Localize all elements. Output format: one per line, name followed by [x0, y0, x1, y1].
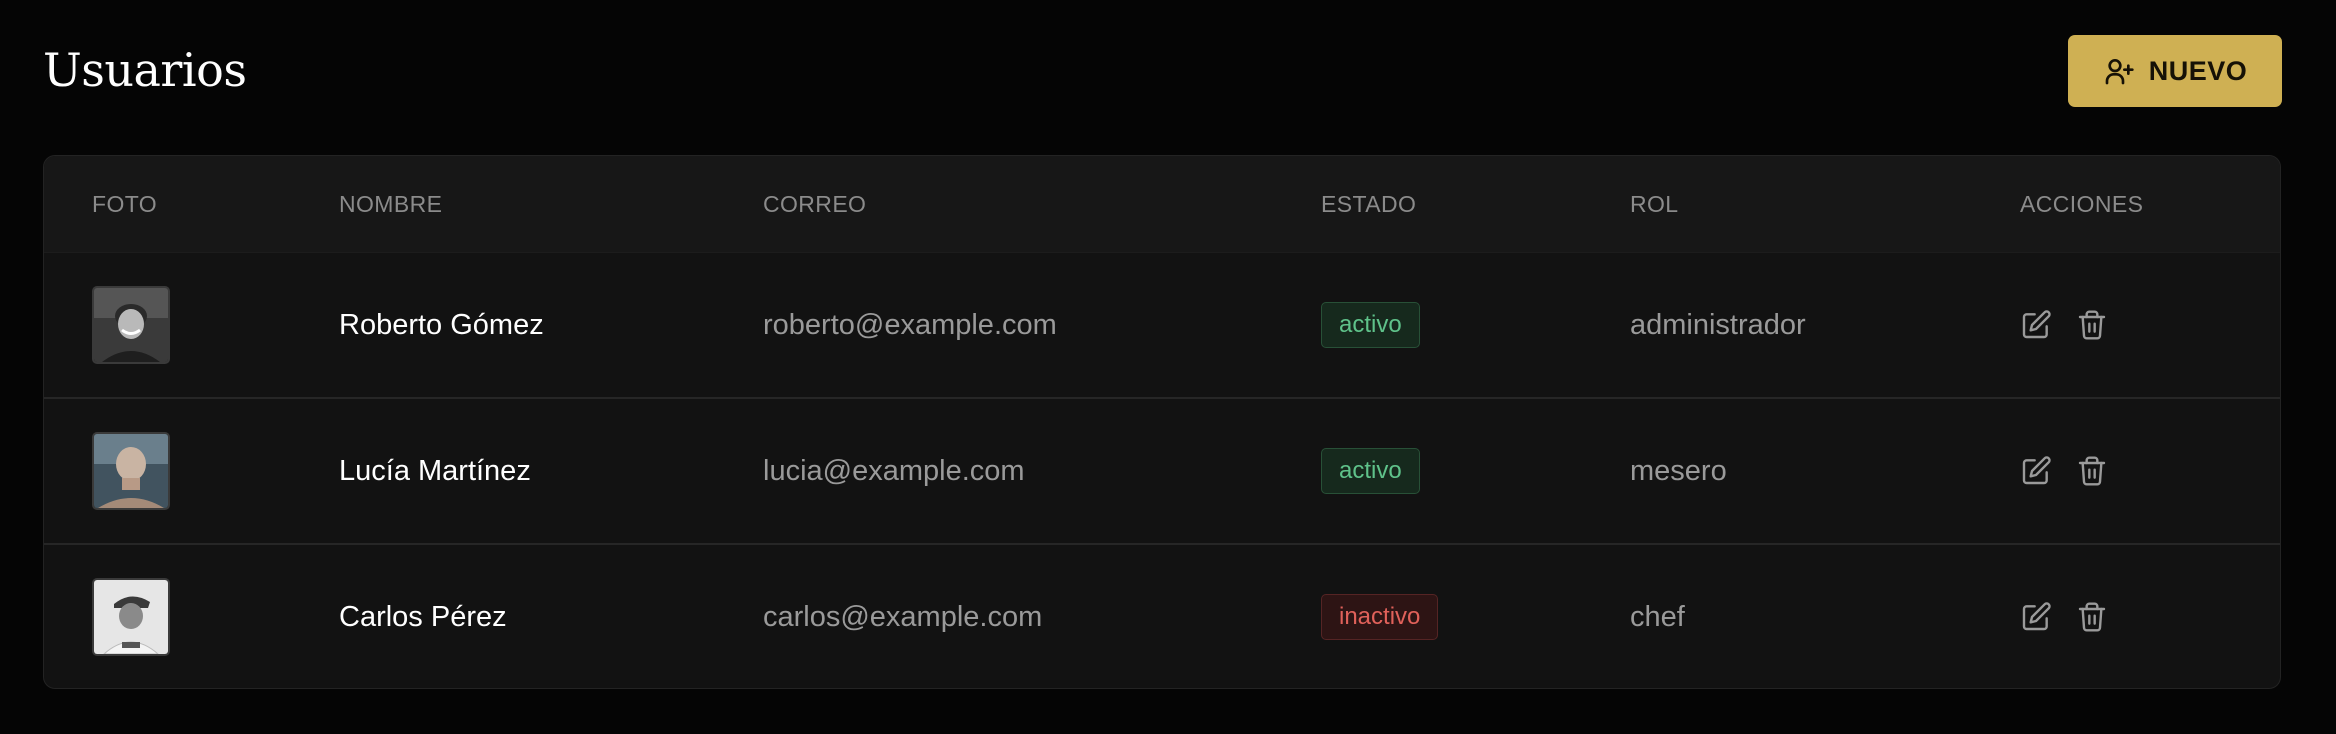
- trash-icon[interactable]: [2076, 309, 2108, 341]
- column-header-nombre: NOMBRE: [339, 191, 443, 217]
- status-badge: activo: [1321, 302, 1420, 348]
- user-email: lucia@example.com: [763, 454, 1025, 487]
- trash-icon[interactable]: [2076, 601, 2108, 633]
- edit-icon[interactable]: [2020, 455, 2052, 487]
- status-badge: activo: [1321, 448, 1420, 494]
- column-header-acciones: ACCIONES: [2020, 191, 2144, 217]
- user-name: Roberto Gómez: [339, 308, 544, 341]
- page-title: Usuarios: [43, 43, 247, 97]
- avatar: [92, 578, 170, 656]
- edit-icon[interactable]: [2020, 309, 2052, 341]
- users-table: FOTO NOMBRE CORREO ESTADO ROL ACCIONES R…: [43, 155, 2281, 689]
- user-name: Lucía Martínez: [339, 454, 531, 487]
- table-header: FOTO NOMBRE CORREO ESTADO ROL ACCIONES: [44, 156, 2280, 253]
- avatar: [92, 286, 170, 364]
- user-email: carlos@example.com: [763, 600, 1043, 633]
- trash-icon[interactable]: [2076, 455, 2108, 487]
- column-header-foto: FOTO: [92, 191, 158, 217]
- user-role: mesero: [1630, 454, 1727, 487]
- user-email: roberto@example.com: [763, 308, 1057, 341]
- new-button-label: NUEVO: [2148, 55, 2248, 86]
- user-plus-icon: [2103, 55, 2135, 87]
- avatar: [92, 432, 170, 510]
- table-row: Roberto Gómez roberto@example.com activo…: [44, 253, 2280, 399]
- edit-icon[interactable]: [2020, 601, 2052, 633]
- user-role: chef: [1630, 600, 1685, 633]
- column-header-correo: CORREO: [763, 191, 867, 217]
- table-row: Lucía Martínez lucia@example.com activo …: [44, 399, 2280, 545]
- status-badge: inactivo: [1321, 594, 1439, 640]
- column-header-rol: ROL: [1630, 191, 1679, 217]
- new-user-button[interactable]: NUEVO: [2068, 35, 2282, 107]
- user-name: Carlos Pérez: [339, 600, 507, 633]
- table-row: Carlos Pérez carlos@example.com inactivo…: [44, 545, 2280, 688]
- user-role: administrador: [1630, 308, 1806, 341]
- column-header-estado: ESTADO: [1321, 191, 1417, 217]
